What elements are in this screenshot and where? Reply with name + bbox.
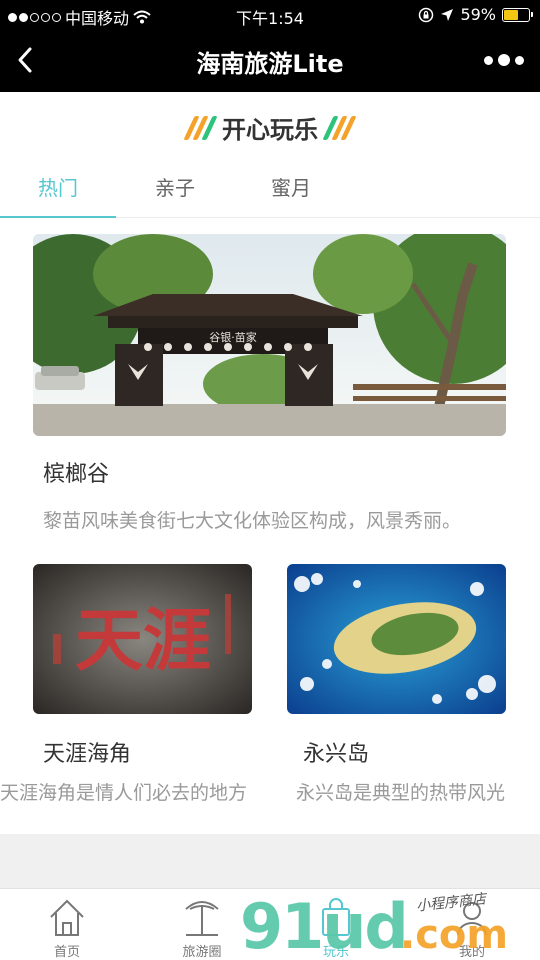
yongxing-image[interactable]	[287, 564, 506, 714]
battery-percent: 59%	[460, 5, 496, 24]
more-button[interactable]	[484, 48, 524, 72]
battery-icon	[502, 7, 533, 22]
tab-honeymoon[interactable]: 蜜月	[233, 164, 349, 218]
card-title: 天涯海角	[43, 742, 132, 767]
tabbar-mine[interactable]: 我的	[432, 895, 512, 960]
tabbar-play-label: 玩乐	[322, 945, 349, 960]
card-tianya[interactable]: 天涯 天涯海角	[33, 564, 252, 768]
rotation-lock-icon	[419, 7, 434, 22]
tab-family[interactable]: 亲子	[117, 164, 233, 218]
tabbar-mine-label: 我的	[458, 945, 485, 960]
user-icon	[457, 902, 487, 936]
featured-image[interactable]: 谷银·苗家	[33, 234, 506, 436]
card-yongxing[interactable]: 永兴岛	[287, 564, 506, 768]
nav-bar: 海南旅游Lite	[0, 30, 540, 92]
palm-tree-icon	[185, 901, 219, 936]
tabbar-play[interactable]: 玩乐	[296, 895, 376, 960]
main-content: 开心玩乐 热门 亲子 蜜月 谷银·苗家 槟榔谷 黎苗风味美食街七大文化体验区构成…	[0, 92, 540, 834]
location-arrow-icon	[441, 8, 454, 21]
tabbar-travel-circle[interactable]: 旅游圈	[162, 895, 242, 960]
tabbar-travel-label: 旅游圈	[182, 945, 222, 960]
stripes-decoration-icon	[322, 115, 357, 140]
bottom-tab-bar: 首页 旅游圈 玩乐 我的	[0, 888, 540, 960]
card-desc: 天涯海角是情人们必去的地方	[0, 782, 248, 804]
more-dots-icon	[484, 55, 493, 65]
stripes-decoration-icon	[183, 115, 218, 140]
featured-card[interactable]: 谷银·苗家 槟榔谷 黎苗风味美食街七大文化体验区构成，风景秀丽。	[33, 234, 506, 533]
tab-hot[interactable]: 热门	[0, 164, 116, 218]
category-tabs: 热门 亲子 蜜月	[0, 164, 540, 218]
tianya-image[interactable]: 天涯	[33, 564, 252, 714]
page-title: 海南旅游Lite	[196, 50, 344, 78]
card-desc: 永兴岛是典型的热带风光	[296, 782, 506, 804]
card-title: 永兴岛	[303, 742, 370, 767]
featured-desc: 黎苗风味美食街七大文化体验区构成，风景秀丽。	[43, 510, 462, 532]
gate-sign: 谷银·苗家	[209, 330, 257, 344]
tabbar-home[interactable]: 首页	[27, 895, 107, 960]
featured-title: 槟榔谷	[43, 462, 110, 487]
stone-carving-text: 天涯	[75, 601, 211, 681]
tabbar-home-label: 首页	[53, 945, 80, 960]
section-title: 开心玩乐	[222, 116, 318, 144]
status-bar: 中国移动 下午1:54 59%	[0, 0, 540, 30]
shopping-bag-icon	[322, 898, 350, 936]
home-icon	[50, 899, 84, 936]
section-heading: 开心玩乐	[0, 110, 540, 145]
